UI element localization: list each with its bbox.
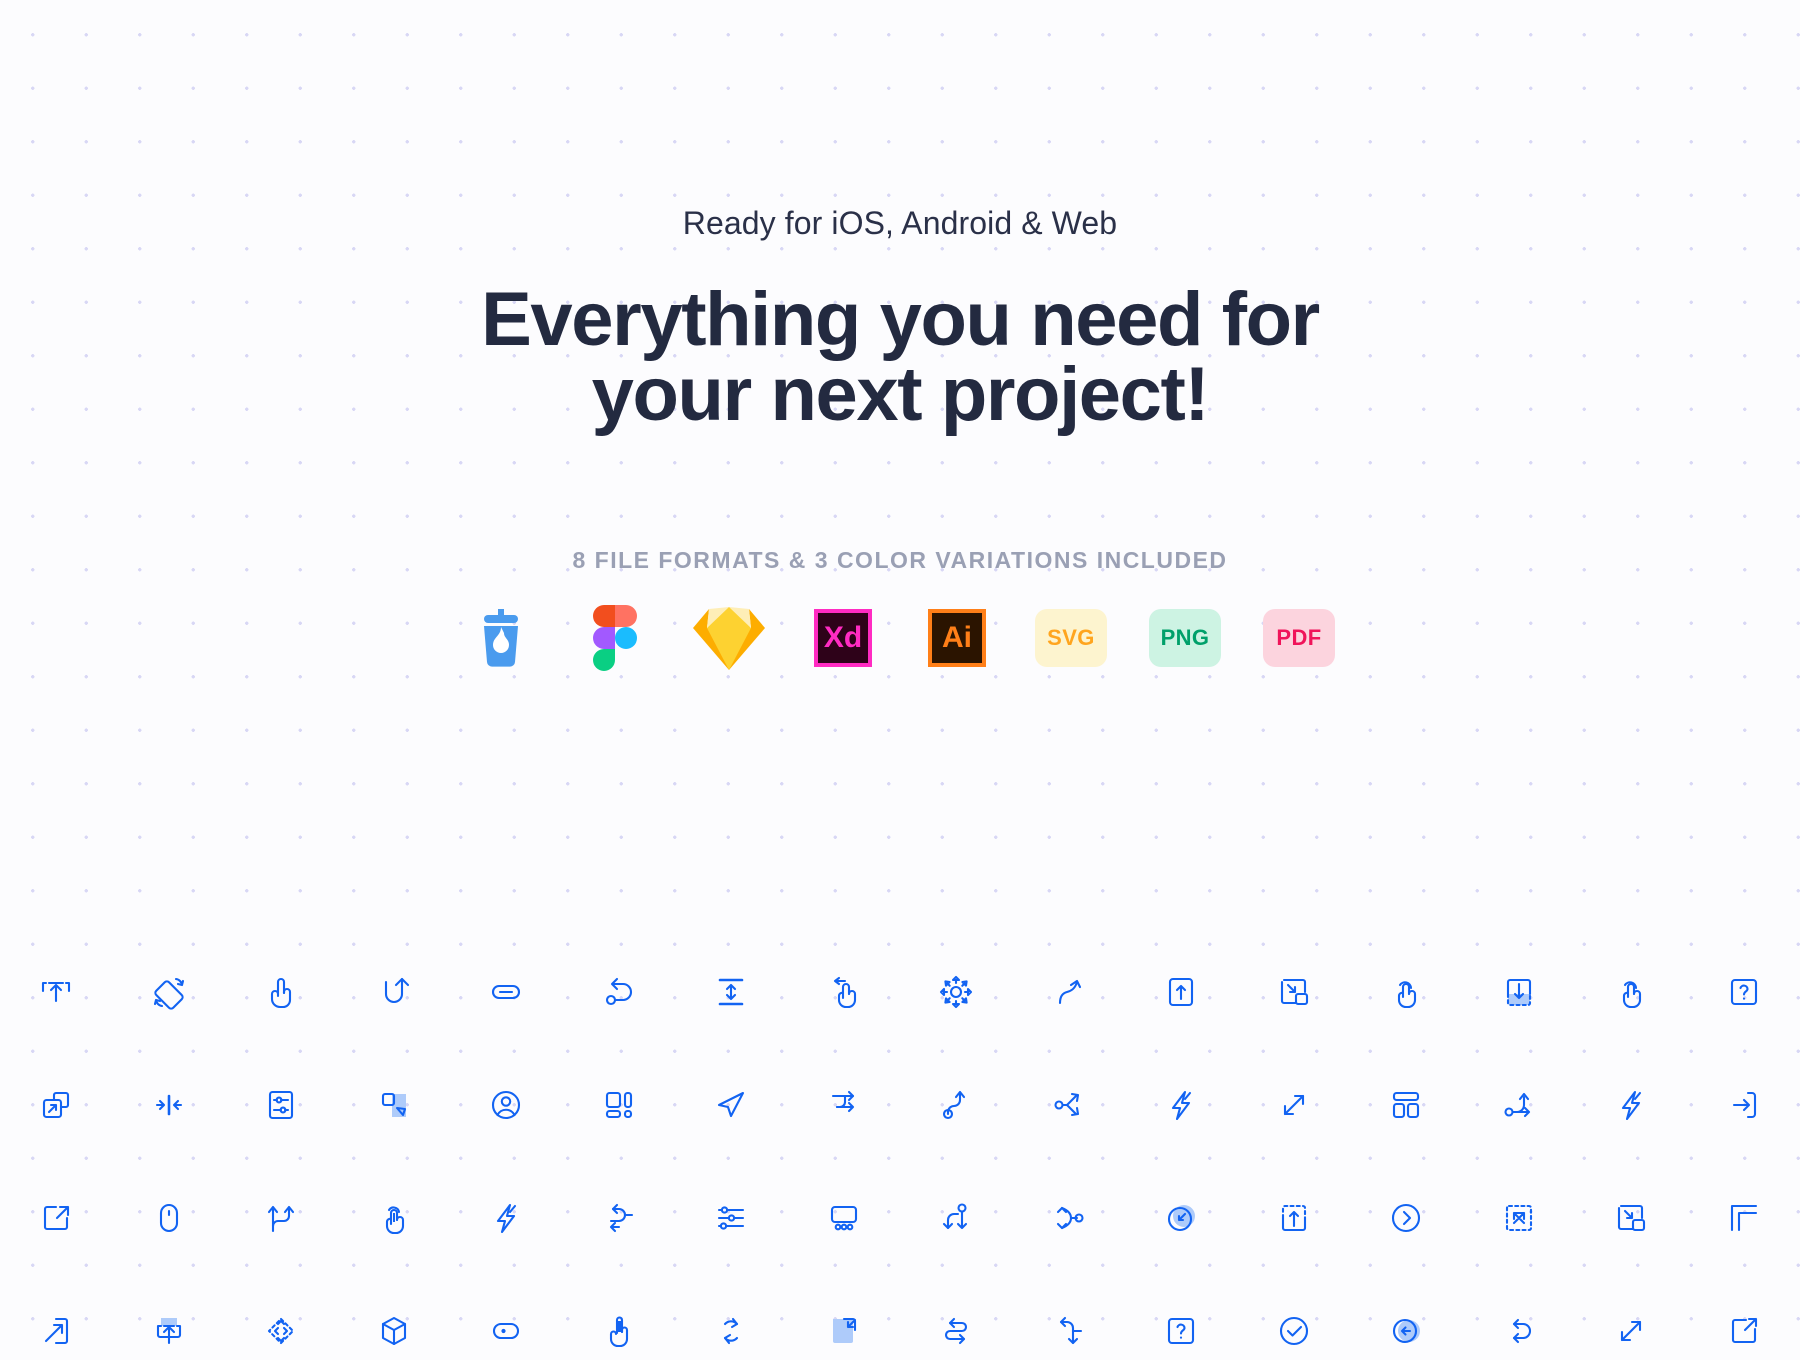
lightning-alt-icon[interactable] bbox=[1575, 1048, 1688, 1161]
two-finger-hand-icon[interactable] bbox=[563, 1274, 676, 1360]
lightning-icon[interactable] bbox=[1125, 1048, 1238, 1161]
headline-line-2: your next project! bbox=[591, 352, 1210, 438]
png-label: PNG bbox=[1149, 609, 1221, 668]
svg-label: SVG bbox=[1035, 609, 1107, 668]
upload-tray-icon[interactable] bbox=[113, 1274, 226, 1360]
expand-dashed-icon[interactable] bbox=[1463, 1161, 1576, 1274]
swipe-left-hand-icon[interactable] bbox=[788, 935, 901, 1048]
upload-box-icon[interactable] bbox=[0, 935, 113, 1048]
iconjar-icon bbox=[465, 602, 537, 674]
arrow-up-box-icon[interactable] bbox=[1125, 935, 1238, 1048]
undo-path-icon[interactable] bbox=[563, 935, 676, 1048]
back-circle-icon[interactable] bbox=[1350, 1274, 1463, 1360]
layout-columns-icon[interactable] bbox=[1350, 1048, 1463, 1161]
adobe-illustrator-icon: Ai bbox=[921, 602, 993, 674]
user-circle-icon[interactable] bbox=[450, 1048, 563, 1161]
merge-down-arrows-icon[interactable] bbox=[900, 1161, 1013, 1274]
question-box-icon[interactable] bbox=[1688, 935, 1800, 1048]
open-external-icon[interactable] bbox=[1688, 1274, 1800, 1360]
arrow-out-box-icon[interactable] bbox=[0, 1274, 113, 1360]
sketch-icon bbox=[693, 602, 765, 674]
branch-node-up-icon[interactable] bbox=[900, 1048, 1013, 1161]
layout-grid-icon[interactable] bbox=[563, 1048, 676, 1161]
eyebrow-text: Ready for iOS, Android & Web bbox=[682, 205, 1118, 241]
pointing-hand-icon[interactable] bbox=[225, 935, 338, 1048]
rotate-device-icon[interactable] bbox=[113, 935, 226, 1048]
format-badge-row: Xd Ai SVG PNG PDF bbox=[0, 602, 1800, 674]
merge-arrows-icon[interactable] bbox=[1013, 1161, 1126, 1274]
path-arrow-icon[interactable] bbox=[1463, 1048, 1576, 1161]
equalizer-sliders-icon[interactable] bbox=[675, 1161, 788, 1274]
question-box-alt-icon[interactable] bbox=[1125, 1274, 1238, 1360]
redo-turn-arrow-icon[interactable] bbox=[788, 1048, 901, 1161]
drag-select-icon[interactable] bbox=[338, 1048, 451, 1161]
figma-icon bbox=[579, 602, 651, 674]
formats-label: 8 FILE FORMATS & 3 COLOR VARIATIONS INCL… bbox=[572, 547, 1228, 574]
minimize-window-alt-icon[interactable] bbox=[1575, 1161, 1688, 1274]
page-root: Ready for iOS, Android & Web Everything … bbox=[0, 0, 1800, 1360]
mouse-icon[interactable] bbox=[113, 1161, 226, 1274]
hero-section: Ready for iOS, Android & Web Everything … bbox=[0, 0, 1800, 674]
headline-line-1: Everything you need for bbox=[481, 277, 1320, 362]
download-dashed-box-icon[interactable] bbox=[1463, 935, 1576, 1048]
corner-bracket-icon[interactable] bbox=[1688, 1161, 1800, 1274]
diagonal-arrows-icon[interactable] bbox=[1575, 1274, 1688, 1360]
corner-arrow-down-icon[interactable] bbox=[1013, 1274, 1126, 1360]
tap-two-hand-icon[interactable] bbox=[338, 1161, 451, 1274]
chevron-right-circle-icon[interactable] bbox=[1350, 1161, 1463, 1274]
capsule-dot-icon[interactable] bbox=[450, 1274, 563, 1360]
refresh-arrows-icon[interactable] bbox=[675, 1274, 788, 1360]
adobe-xd-label: Xd bbox=[814, 609, 872, 668]
gear-icon[interactable] bbox=[900, 935, 1013, 1048]
tap-hand-alt-icon[interactable] bbox=[1575, 935, 1688, 1048]
maximize-window-icon[interactable] bbox=[0, 1048, 113, 1161]
login-arrow-icon[interactable] bbox=[1688, 1048, 1800, 1161]
link-icon[interactable] bbox=[450, 935, 563, 1048]
minimize-window-icon[interactable] bbox=[1238, 935, 1351, 1048]
reply-arrow-icon[interactable] bbox=[563, 1161, 676, 1274]
vertical-resize-icon[interactable] bbox=[675, 935, 788, 1048]
cube-icon[interactable] bbox=[338, 1274, 451, 1360]
tap-hand-icon[interactable] bbox=[1350, 935, 1463, 1048]
png-format-chip: PNG bbox=[1149, 602, 1221, 674]
pdf-label: PDF bbox=[1263, 609, 1335, 668]
external-link-box-icon[interactable] bbox=[0, 1161, 113, 1274]
collapse-corner-icon[interactable] bbox=[788, 1274, 901, 1360]
circle-arrow-in-icon[interactable] bbox=[1125, 1161, 1238, 1274]
check-circle-icon[interactable] bbox=[1238, 1274, 1351, 1360]
upload-dashed-box-icon[interactable] bbox=[1238, 1161, 1351, 1274]
adobe-xd-icon: Xd bbox=[807, 602, 879, 674]
undo-loop-icon[interactable] bbox=[1463, 1274, 1576, 1360]
cursor-arrow-icon[interactable] bbox=[675, 1048, 788, 1161]
screen-dots-icon[interactable] bbox=[788, 1161, 901, 1274]
svg-format-chip: SVG bbox=[1035, 602, 1107, 674]
split-arrows-icon[interactable] bbox=[1013, 1048, 1126, 1161]
collapse-horizontal-icon[interactable] bbox=[113, 1048, 226, 1161]
diagonal-resize-icon[interactable] bbox=[1238, 1048, 1351, 1161]
path-flow-icon[interactable] bbox=[900, 1274, 1013, 1360]
lightning-bolt-icon[interactable] bbox=[450, 1161, 563, 1274]
curved-arrow-up-icon[interactable] bbox=[1013, 935, 1126, 1048]
pdf-format-chip: PDF bbox=[1263, 602, 1335, 674]
page-title: Everything you need for your next projec… bbox=[0, 282, 1800, 438]
icon-grid bbox=[0, 935, 1800, 1360]
branch-arrows-up-icon[interactable] bbox=[225, 1161, 338, 1274]
move-diamond-icon[interactable] bbox=[225, 1274, 338, 1360]
adobe-ai-label: Ai bbox=[928, 609, 986, 668]
settings-panel-icon[interactable] bbox=[225, 1048, 338, 1161]
u-turn-up-arrow-icon[interactable] bbox=[338, 935, 451, 1048]
